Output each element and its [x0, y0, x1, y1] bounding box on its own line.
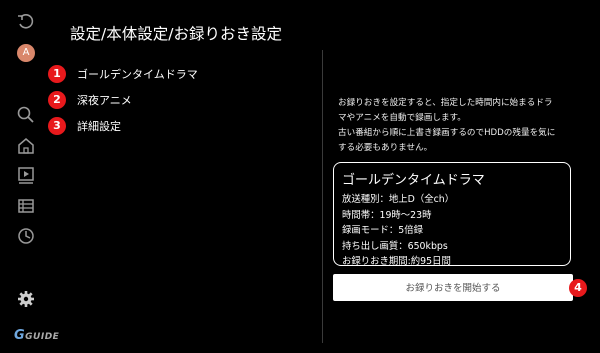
settings-summary-box: ゴールデンタイムドラマ 放送種別：地上D（全ch） 時間帯：19時〜23時 録画…	[333, 162, 571, 267]
undo-icon[interactable]	[16, 12, 36, 32]
recording-mode: 録画モード：5倍録	[342, 225, 423, 236]
menu-item-golden-drama[interactable]: 1 ゴールデンタイムドラマ	[48, 64, 198, 84]
sidebar: A GGUIDE	[0, 0, 59, 353]
clock-icon[interactable]	[16, 226, 36, 246]
number-badge: 2	[48, 91, 66, 109]
number-badge: 3	[48, 117, 66, 135]
home-icon[interactable]	[16, 136, 36, 156]
menu-item-label: ゴールデンタイムドラマ	[77, 68, 198, 81]
description-text: お録りおきを設定すると、指定した時間内に始まるドラ マやアニメを自動で録画します…	[338, 98, 556, 153]
takeout-quality: 持ち出し画質：650kbps	[342, 240, 448, 252]
menu-item-label: 詳細設定	[77, 120, 121, 133]
page-title: 設定/本体設定/お録りおき設定	[70, 25, 282, 43]
menu-item-advanced-settings[interactable]: 3 詳細設定	[48, 116, 121, 136]
avatar[interactable]: A	[17, 44, 35, 62]
broadcast-type: 放送種別：地上D（全ch）	[342, 194, 455, 205]
start-recording-button[interactable]: お録りおきを開始する	[333, 274, 573, 301]
search-icon[interactable]	[16, 105, 36, 125]
menu-item-label: 深夜アニメ	[77, 94, 132, 107]
divider	[322, 50, 323, 343]
playlist-icon[interactable]	[16, 165, 36, 185]
list-icon[interactable]	[16, 196, 36, 216]
retention-period: お録りおき期間:約95日間	[342, 256, 451, 267]
number-badge: 4	[569, 279, 587, 297]
time-range: 時間帯：19時〜23時	[342, 209, 432, 221]
menu-item-late-night-anime[interactable]: 2 深夜アニメ	[48, 90, 132, 110]
guide-logo: GGUIDE	[14, 328, 60, 343]
gear-icon[interactable]	[16, 289, 36, 309]
number-badge: 1	[48, 65, 66, 83]
summary-title: ゴールデンタイムドラマ	[342, 173, 485, 188]
